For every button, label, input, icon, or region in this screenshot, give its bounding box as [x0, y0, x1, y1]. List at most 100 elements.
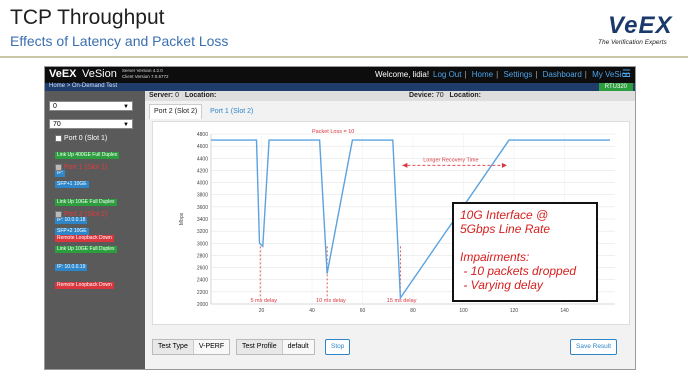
y-tick-label: 2000 [197, 302, 208, 308]
stop-button[interactable]: Stop [325, 339, 351, 355]
port-checkbox[interactable] [55, 134, 62, 142]
test-profile-label: Test Profile [242, 343, 277, 350]
veex-logo: VeEX The Verification Experts [596, 12, 676, 48]
server-label: Server: [149, 92, 174, 99]
breadcrumb-separator: > [66, 83, 71, 89]
chart-annotation: 5 ms delay [250, 298, 277, 304]
sfp-badge: SFP+2 10GE [55, 228, 89, 235]
client-version: Client Version 7.0.6772 [122, 74, 169, 79]
chart-annotation: Longer Recovery Time [423, 157, 478, 163]
y-tick-label: 4600 [197, 144, 208, 150]
tab-port-1-slot-2[interactable]: Port 1 (Slot 2) [206, 105, 257, 119]
device-value: 70 [435, 92, 444, 99]
test-profile-field[interactable]: Test Profile default [236, 339, 315, 355]
y-tick-label: 4200 [197, 168, 208, 174]
sfp-badge: SFP+1 10GE [55, 181, 89, 188]
port-label: Port 2 (Slot 2) [64, 211, 108, 218]
breadcrumb: Home > On-Demand Test [49, 83, 117, 89]
callout-line-1: 10G Interface @ [460, 208, 549, 222]
nav-separator: | [496, 70, 499, 79]
x-tick-label: 40 [309, 308, 315, 314]
hamburger-icon[interactable]: ☰ [622, 69, 631, 80]
callout-line-4: - 10 packets dropped [460, 264, 577, 278]
server-select[interactable]: 0 ▼ [49, 101, 133, 111]
nav-settings[interactable]: Settings [503, 70, 532, 79]
link-status-badge: Link Up 10GE Full Duplex [55, 199, 117, 206]
x-tick-label: 140 [560, 308, 569, 314]
slide-title: TCP Throughput [10, 6, 165, 29]
y-tick-label: 2800 [197, 253, 208, 259]
device-label: Device: [409, 92, 434, 99]
chart-annotation: 15 ms delay [387, 298, 417, 304]
x-tick-label: 120 [510, 308, 519, 314]
welcome-text: Welcome, lidia! [375, 70, 430, 79]
link-status-badge: Link Up 400GE Full Duplex [55, 152, 120, 159]
loopback-badge: Remote Loopback Down [55, 282, 114, 289]
server-info: Server: 0 Location: [149, 91, 216, 101]
breadcrumb-home[interactable]: Home [49, 83, 65, 89]
test-profile-value: default [281, 340, 314, 354]
server-select-value: 0 [53, 103, 57, 110]
y-tick-label: 2200 [197, 290, 208, 296]
nav-home[interactable]: Home [472, 70, 493, 79]
breadcrumb-bar: Home > On-Demand Test RTU320 [45, 83, 635, 91]
port-checkbox[interactable] [55, 210, 62, 218]
callout-line-5: - Varying delay [460, 278, 543, 292]
brand-name: VeSion [82, 68, 117, 80]
port-tabs: Port 2 (Slot 2) Port 1 (Slot 2) [149, 104, 259, 119]
y-tick-label: 2600 [197, 266, 208, 272]
y-tick-label: 4800 [197, 132, 208, 138]
x-tick-label: 80 [410, 308, 416, 314]
y-tick-label: 3600 [197, 205, 208, 211]
logo-tagline: The Verification Experts [598, 39, 667, 46]
logo-word: VeEX [608, 12, 673, 39]
port-label: Port 1 (Slot 1) [64, 164, 108, 171]
callout-line-3: Impairments: [460, 250, 530, 264]
save-result-button[interactable]: Save Result [570, 339, 618, 355]
port-checkbox[interactable] [55, 163, 62, 171]
nav-dashboard[interactable]: Dashboard [543, 70, 582, 79]
arrowhead-right [501, 162, 507, 168]
chevron-down-icon: ▼ [123, 122, 129, 128]
impairments-callout: 10G Interface @ 5Gbps Line Rate Impairme… [452, 202, 598, 302]
arrowhead-left [402, 162, 408, 168]
port-name: Port 0 (Slot 1) [55, 134, 141, 143]
y-tick-label: 3400 [197, 217, 208, 223]
y-axis-label: Mbps [179, 212, 185, 225]
port-item[interactable]: Port 2 (Slot 2) SFP+2 10GE Link Up 10GE … [55, 210, 141, 291]
y-tick-label: 3000 [197, 241, 208, 247]
y-tick-label: 3800 [197, 193, 208, 199]
chart-annotation: 10 ms delay [316, 298, 346, 304]
tab-port-2-slot-2[interactable]: Port 2 (Slot 2) [149, 104, 203, 119]
bottom-toolbar: Test Type V-PERF Test Profile default Stop… [152, 339, 628, 355]
y-tick-label: 3200 [197, 229, 208, 235]
y-tick-label: 4400 [197, 156, 208, 162]
chevron-down-icon: ▼ [123, 104, 129, 110]
top-bar: VeEX VeSion Server Version 4.2.0 Client … [45, 67, 635, 83]
location-label: Location: [184, 92, 217, 99]
server-value: 0 [175, 92, 179, 99]
device-select[interactable]: 70 ▼ [49, 119, 133, 129]
brand-prefix: VeEX [49, 68, 77, 80]
title-rule [0, 56, 688, 58]
test-type-label: Test Type [158, 343, 188, 350]
port-label: Port 0 (Slot 1) [64, 135, 108, 142]
port-name: Port 1 (Slot 1) [55, 163, 141, 172]
callout-line-2: 5Gbps Line Rate [460, 222, 551, 236]
nav-separator: | [464, 70, 467, 79]
device-info: Device: 70 Location: [409, 91, 481, 101]
x-tick-label: 60 [360, 308, 366, 314]
test-type-value: V-PERF [192, 340, 230, 354]
ip-badge: IP: 10.0.0.19 [55, 264, 88, 271]
nav-logout[interactable]: Log Out [433, 70, 461, 79]
nav-separator: | [584, 70, 587, 79]
link-status-badge: Link Up 10GE Full Duplex [55, 246, 117, 253]
test-type-field[interactable]: Test Type V-PERF [152, 339, 231, 355]
y-tick-label: 4000 [197, 181, 208, 187]
nav-separator: | [535, 70, 538, 79]
location2-label: Location: [449, 92, 482, 99]
info-bar: Server: 0 Location: Device: 70 Location: [145, 91, 635, 101]
version-info: Server Version 4.2.0 Client Version 7.0.… [122, 68, 169, 80]
x-tick-label: 100 [459, 308, 468, 314]
sidebar: 0 ▼ 70 ▼ Port 0 (Slot 1) Link Up 400GE F… [45, 91, 145, 369]
